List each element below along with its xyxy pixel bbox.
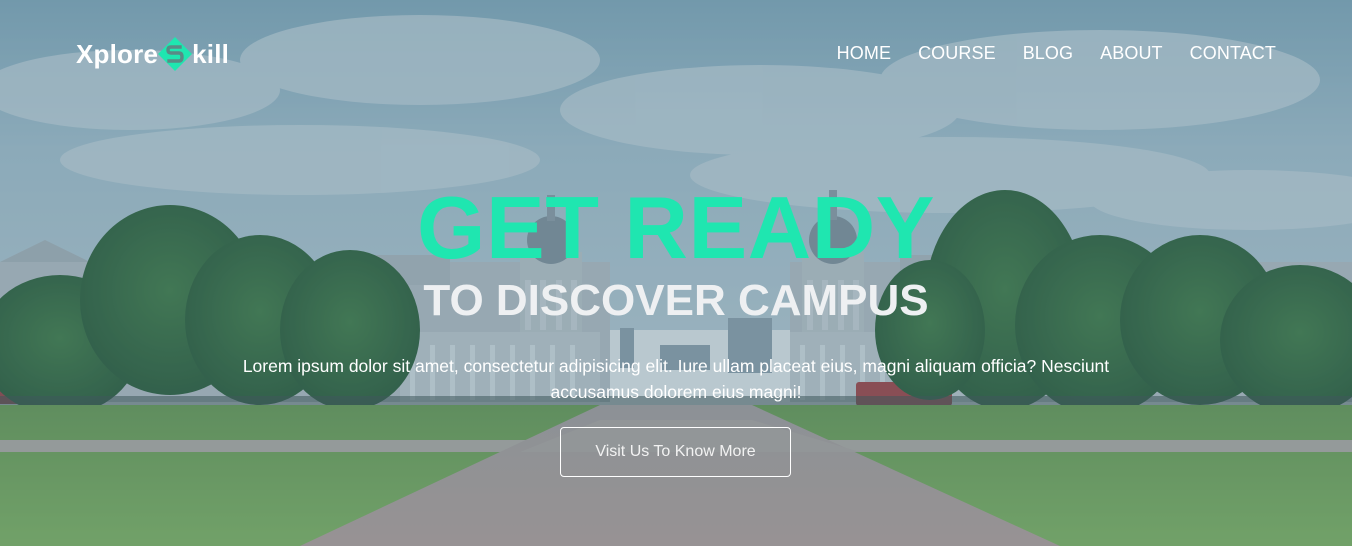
- brand-name-suffix: kill: [192, 38, 230, 69]
- nav-item-about[interactable]: ABOUT: [1100, 43, 1163, 63]
- visit-us-button[interactable]: Visit Us To Know More: [560, 427, 791, 477]
- hero-description: Lorem ipsum dolor sit amet, consectetur …: [242, 356, 1110, 402]
- brand-logo[interactable]: Xplore kill: [76, 36, 229, 72]
- top-navbar: Xplore kill HOME COURSE BLOG ABOUT CONTA…: [0, 0, 1352, 106]
- main-nav-menu: HOME COURSE BLOG ABOUT CONTACT: [837, 41, 1276, 65]
- hero-section: Xplore kill HOME COURSE BLOG ABOUT CONTA…: [0, 0, 1352, 546]
- nav-item-blog[interactable]: BLOG: [1023, 43, 1073, 63]
- hero-headline: GET READY: [417, 178, 935, 277]
- s-diamond-logo-icon: [158, 37, 193, 71]
- nav-item-course[interactable]: COURSE: [918, 43, 996, 63]
- hero-subheadline: TO DISCOVER CAMPUS: [423, 276, 929, 325]
- nav-item-home[interactable]: HOME: [837, 43, 891, 63]
- brand-name-prefix: Xplore: [76, 38, 159, 69]
- nav-item-contact[interactable]: CONTACT: [1190, 43, 1276, 63]
